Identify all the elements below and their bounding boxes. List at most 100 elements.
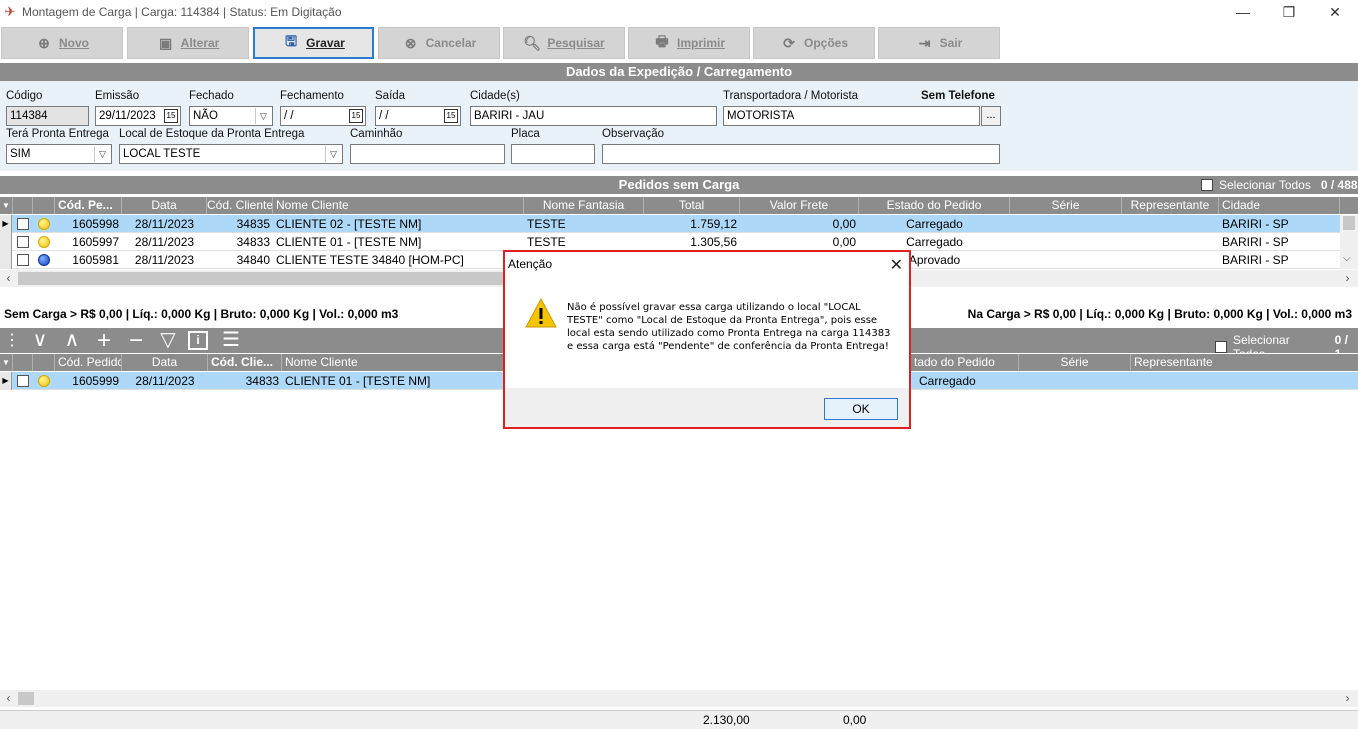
scroll-left-icon[interactable]: ‹	[0, 690, 17, 707]
pronta-entrega-value: SIM	[10, 148, 31, 160]
fechado-select[interactable]: NÃO ▽	[189, 106, 273, 126]
col-data[interactable]: Data	[122, 197, 207, 214]
sair-button[interactable]: ⇥ Sair	[878, 27, 1000, 59]
scroll-left-icon[interactable]: ‹	[0, 270, 17, 287]
select-all-checkbox[interactable]	[1201, 179, 1213, 191]
table-row[interactable]: ▶ 1605998 28/11/2023 34835 CLIENTE 02 - …	[0, 215, 1340, 233]
minimize-button[interactable]: —	[1220, 0, 1266, 24]
imprimir-button[interactable]: 🖶︎ Imprimir	[628, 27, 750, 59]
fechado-value: NÃO	[193, 110, 218, 122]
chevron-down-icon[interactable]: ▽	[94, 146, 110, 162]
cell-nome-fantasia: TESTE	[527, 235, 566, 249]
placa-field[interactable]	[511, 144, 595, 164]
fechado-label: Fechado	[189, 90, 234, 102]
cidade-label: Cidade(s)	[470, 90, 520, 102]
refresh-icon: ⟳	[783, 34, 795, 51]
check-column-header	[13, 197, 33, 214]
gravar-button[interactable]: 🖫 Gravar	[253, 27, 374, 59]
cell-data: 28/11/2023	[135, 374, 195, 388]
transportadora-field[interactable]: MOTORISTA	[723, 106, 980, 126]
col-nome-cliente[interactable]: Nome Cliente	[273, 197, 524, 214]
info-icon[interactable]: i	[188, 331, 208, 350]
dialog-close-button[interactable]: ✕	[890, 255, 903, 275]
na-carga-hscroll[interactable]: ‹ ›	[0, 690, 1358, 707]
row-checkbox[interactable]	[17, 236, 29, 248]
main-toolbar: ⊕ Novo ▣ Alterar 🖫 Gravar ⊗ Cancelar 🔍︎ Pesqu…	[0, 26, 1358, 62]
filter-icon[interactable]: ▽	[154, 328, 182, 353]
chevron-down-icon[interactable]: ▽	[325, 146, 341, 162]
chevron-down-icon[interactable]: ∨	[26, 328, 54, 353]
more-vertical-icon[interactable]: ⋮	[4, 328, 20, 353]
pesquisar-label: Pesquisar	[547, 36, 605, 50]
calendar-icon[interactable]: 15	[444, 109, 458, 123]
chevron-down-icon[interactable]: ⌵	[1343, 253, 1351, 264]
chevron-down-icon[interactable]: ▽	[255, 108, 271, 124]
cell-estado: Carregado	[906, 217, 963, 231]
caminhao-field[interactable]	[350, 144, 505, 164]
table-row[interactable]: 1605997 28/11/2023 34833 CLIENTE 01 - [T…	[0, 233, 1340, 251]
hscroll-thumb[interactable]	[18, 272, 508, 285]
fechamento-field[interactable]: / / 15	[280, 106, 366, 126]
col-estado-pedido[interactable]: Estado do Pedido	[859, 197, 1010, 214]
vscroll-thumb[interactable]	[1343, 216, 1355, 230]
col-serie[interactable]: Série	[1019, 354, 1131, 371]
expedicao-form: Código 114384 Emissão 29/11/2023 15 Fech…	[0, 81, 1358, 171]
opcoes-button[interactable]: ⟳ Opções	[753, 27, 875, 59]
emissao-label: Emissão	[95, 90, 140, 102]
cell-nome-cliente: CLIENTE 02 - [TESTE NM]	[276, 217, 422, 231]
emissao-field[interactable]: 29/11/2023 15	[95, 106, 181, 126]
novo-button[interactable]: ⊕ Novo	[1, 27, 123, 59]
col-nome-fantasia[interactable]: Nome Fantasia	[524, 197, 644, 214]
novo-label: Novo	[59, 36, 89, 50]
sem-carga-grid-header: ▼ Cód. Pe... Data Cód. Cliente Nome Clie…	[0, 197, 1358, 214]
saida-field[interactable]: / / 15	[375, 106, 461, 126]
row-checkbox[interactable]	[17, 218, 29, 230]
footer-frete: 0,00	[843, 713, 867, 727]
row-indicator-header: ▼	[0, 197, 13, 214]
cancelar-button[interactable]: ⊗ Cancelar	[378, 27, 500, 59]
ok-button[interactable]: OK	[824, 398, 898, 420]
col-cod-cliente[interactable]: Cód. Cliente	[207, 197, 273, 214]
calendar-icon[interactable]: 15	[164, 109, 178, 123]
select-all-sem-carga[interactable]: Selecionar Todos 0 / 488	[1201, 178, 1358, 192]
col-cod-cliente[interactable]: Cód. Clie...	[208, 354, 282, 371]
observacao-field[interactable]	[602, 144, 1000, 164]
maximize-button[interactable]: ❐	[1266, 0, 1312, 24]
chevron-up-icon[interactable]: ∧	[58, 328, 86, 353]
expedicao-header: Dados da Expedição / Carregamento	[0, 63, 1358, 81]
sem-carga-vscroll[interactable]: ⌵	[1340, 215, 1358, 269]
col-total[interactable]: Total	[644, 197, 740, 214]
col-data[interactable]: Data	[122, 354, 208, 371]
col-serie[interactable]: Série	[1010, 197, 1122, 214]
pronta-entrega-select[interactable]: SIM ▽	[6, 144, 112, 164]
col-representante[interactable]: Representante	[1122, 197, 1219, 214]
select-all-checkbox[interactable]	[1215, 341, 1227, 353]
col-cidade[interactable]: Cidade	[1219, 197, 1340, 214]
cell-cod-pedido: 1605997	[72, 235, 119, 249]
alterar-button[interactable]: ▣ Alterar	[127, 27, 249, 59]
col-estado-pedido[interactable]: tado do Pedido	[911, 354, 1019, 371]
status-blue-icon	[38, 254, 50, 266]
col-cod-pedido[interactable]: Cód. Pe...	[55, 197, 122, 214]
scroll-right-icon[interactable]: ›	[1339, 270, 1356, 287]
hscroll-thumb[interactable]	[18, 692, 34, 705]
calendar-icon[interactable]: 15	[349, 109, 363, 123]
pesquisar-button[interactable]: 🔍︎ Pesquisar	[503, 27, 625, 59]
col-cod-pedido[interactable]: Cód. Pedido	[55, 354, 122, 371]
remove-icon[interactable]: −	[122, 328, 150, 353]
row-checkbox[interactable]	[17, 254, 29, 266]
transportadora-lookup-button[interactable]: ...	[981, 106, 1001, 126]
cidade-field[interactable]: BARIRI - JAU	[470, 106, 717, 126]
row-checkbox[interactable]	[17, 375, 29, 387]
codigo-field[interactable]: 114384	[6, 106, 89, 126]
search-icon: 🔍︎	[523, 34, 542, 51]
col-representante[interactable]: Representante	[1131, 354, 1358, 371]
add-icon[interactable]: +	[90, 328, 118, 353]
edit-icon: ▣	[159, 34, 173, 51]
col-valor-frete[interactable]: Valor Frete	[740, 197, 859, 214]
menu-icon[interactable]: ☰	[218, 328, 244, 353]
close-window-button[interactable]: ✕	[1312, 0, 1358, 24]
local-estoque-select[interactable]: LOCAL TESTE ▽	[119, 144, 343, 164]
cell-cod-cliente: 34833	[245, 374, 279, 388]
scroll-right-icon[interactable]: ›	[1339, 690, 1356, 707]
